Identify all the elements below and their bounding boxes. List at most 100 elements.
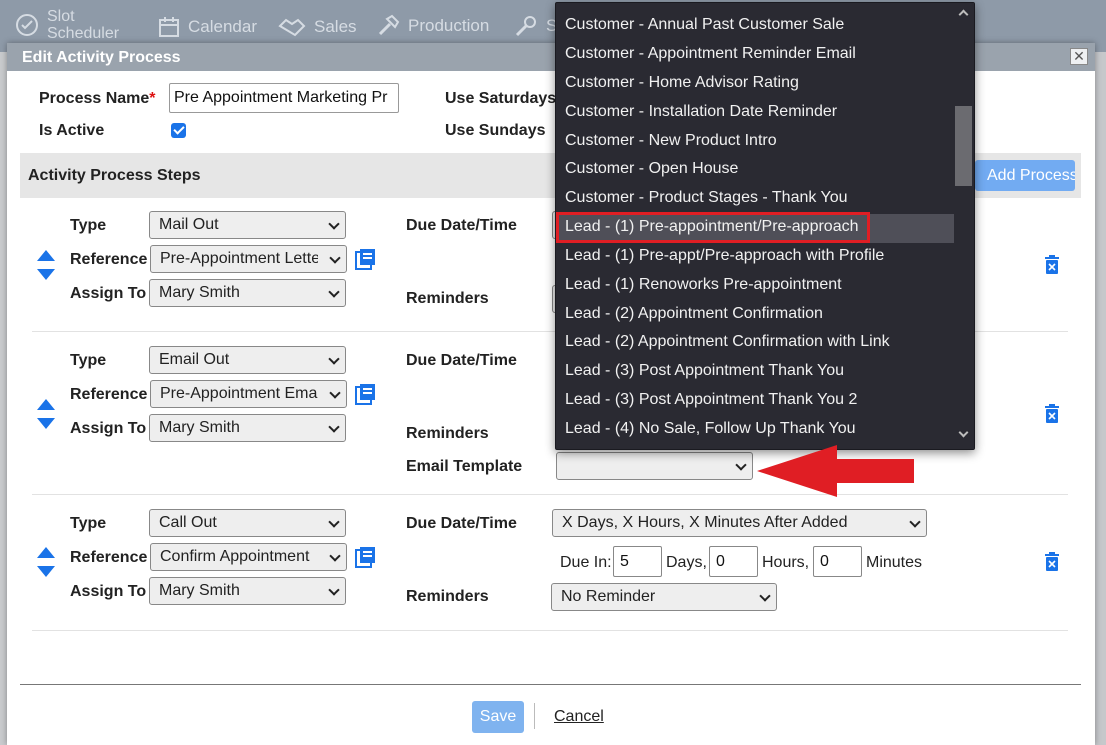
reference-label: Reference bbox=[70, 386, 148, 403]
type-select-value: Mail Out bbox=[159, 216, 219, 233]
process-name-input[interactable] bbox=[169, 83, 399, 113]
reorder-arrows-icon[interactable] bbox=[36, 398, 56, 430]
add-process-step-button[interactable]: Add Process Step bbox=[975, 160, 1075, 191]
minutes-label: Minutes bbox=[866, 554, 923, 571]
process-name-label-text: Process Name bbox=[39, 90, 150, 107]
dialog-title: Edit Activity Process bbox=[22, 49, 181, 66]
check-circle-icon bbox=[16, 14, 38, 36]
type-select[interactable]: Mail Out bbox=[149, 211, 346, 239]
days-label: Days, bbox=[666, 554, 707, 571]
reference-select-value: Pre-Appointment Emai bbox=[160, 385, 318, 402]
due-date-select[interactable]: X Days, X Hours, X Minutes After Added bbox=[552, 509, 927, 537]
chevron-down-icon bbox=[329, 550, 341, 562]
hammer-icon bbox=[378, 14, 400, 36]
chevron-down-icon bbox=[329, 252, 341, 264]
dropdown-option[interactable]: Lead - (1) Pre-appt/Pre-approach with Pr… bbox=[557, 243, 954, 272]
document-list-icon[interactable] bbox=[355, 248, 377, 270]
assign-to-select[interactable]: Mary Smith bbox=[149, 577, 346, 605]
hours-input[interactable]: 0 bbox=[709, 546, 758, 577]
reorder-arrows-icon[interactable] bbox=[36, 546, 56, 578]
assign-to-select[interactable]: Mary Smith bbox=[149, 279, 346, 307]
dropdown-option[interactable]: Customer - Open House bbox=[557, 156, 954, 185]
cancel-link[interactable]: Cancel bbox=[554, 708, 604, 726]
chevron-down-icon bbox=[909, 516, 921, 528]
reference-select-value: Pre-Appointment Lette bbox=[160, 250, 318, 267]
dropdown-option[interactable]: Lead - (2) Appointment Confirmation with… bbox=[557, 329, 954, 358]
hours-label: Hours, bbox=[762, 554, 810, 571]
chevron-down-icon bbox=[328, 353, 340, 365]
nav-label: Sales bbox=[314, 17, 357, 36]
dropdown-scroll-thumb[interactable] bbox=[955, 106, 972, 186]
save-button[interactable]: Save bbox=[472, 701, 524, 733]
reference-select[interactable]: Pre-Appointment Emai bbox=[150, 380, 347, 408]
trash-icon[interactable] bbox=[1044, 552, 1060, 571]
trash-icon[interactable] bbox=[1044, 255, 1060, 274]
nav-slot-scheduler[interactable]: Slot Scheduler bbox=[15, 8, 119, 42]
reminders-label: Reminders bbox=[406, 425, 489, 442]
dropdown-option[interactable]: Customer - Installation Date Reminder bbox=[557, 99, 954, 128]
assign-to-label: Assign To bbox=[70, 583, 147, 600]
dropdown-option[interactable]: Customer - Appointment Reminder Email bbox=[557, 41, 954, 70]
chevron-down-icon bbox=[328, 218, 340, 230]
document-list-icon[interactable] bbox=[355, 546, 377, 568]
nav-sales[interactable]: Sales bbox=[278, 16, 357, 38]
minutes-input[interactable]: 0 bbox=[813, 546, 862, 577]
dropdown-option[interactable]: Customer - Home Advisor Rating bbox=[557, 70, 954, 99]
handshake-icon bbox=[278, 18, 306, 37]
due-date-select-value: X Days, X Hours, X Minutes After Added bbox=[562, 514, 848, 531]
type-select-value: Email Out bbox=[159, 351, 230, 368]
reference-select[interactable]: Pre-Appointment Lette bbox=[150, 245, 347, 273]
chevron-down-icon bbox=[328, 421, 340, 433]
email-template-label: Email Template bbox=[406, 458, 523, 475]
nav-label: Production bbox=[408, 16, 490, 35]
dropdown-option[interactable]: Lead - (4) No Sale, Follow Up Thank You bbox=[557, 416, 954, 445]
nav-label: Calendar bbox=[188, 17, 257, 36]
is-active-checkbox[interactable] bbox=[171, 123, 186, 138]
use-saturdays-label: Use Saturdays bbox=[445, 90, 557, 107]
assign-to-select-value: Mary Smith bbox=[159, 284, 240, 301]
type-label: Type bbox=[70, 217, 107, 234]
dropdown-scrollbar[interactable] bbox=[954, 3, 974, 449]
type-label: Type bbox=[70, 515, 107, 532]
type-select-value: Call Out bbox=[159, 514, 217, 531]
chevron-down-icon bbox=[735, 459, 747, 471]
button-separator bbox=[534, 703, 535, 729]
due-in-label: Due In: bbox=[560, 554, 612, 571]
chevron-down-icon bbox=[759, 590, 771, 602]
type-select[interactable]: Email Out bbox=[149, 346, 346, 374]
assign-to-select[interactable]: Mary Smith bbox=[149, 414, 346, 442]
trash-icon[interactable] bbox=[1044, 404, 1060, 423]
use-sundays-label: Use Sundays bbox=[445, 122, 546, 139]
nav-service[interactable]: S bbox=[514, 14, 557, 38]
dropdown-option[interactable]: Customer - New Product Intro bbox=[557, 128, 954, 157]
dropdown-option[interactable]: Lead - (2) Appointment Confirmation bbox=[557, 301, 954, 330]
dropdown-option[interactable]: Lead - (3) Post Appointment Thank You 2 bbox=[557, 387, 954, 416]
required-mark: * bbox=[149, 90, 156, 107]
document-list-icon[interactable] bbox=[355, 383, 377, 405]
nav-calendar[interactable]: Calendar bbox=[158, 16, 257, 38]
chevron-down-icon bbox=[329, 387, 341, 399]
dropdown-option[interactable]: Customer - Annual Past Customer Sale bbox=[557, 12, 954, 41]
type-label: Type bbox=[70, 352, 107, 369]
chevron-down-icon bbox=[328, 286, 340, 298]
chevron-down-icon bbox=[328, 516, 340, 528]
reference-label: Reference bbox=[70, 251, 148, 268]
dropdown-option[interactable]: Lead - (3) Post Appointment Thank You bbox=[557, 358, 954, 387]
nav-production[interactable]: Production bbox=[376, 14, 489, 38]
dropdown-option[interactable]: Customer - Product Stages - Thank You bbox=[557, 185, 954, 214]
days-input[interactable]: 5 bbox=[613, 546, 662, 577]
footer-divider bbox=[20, 684, 1081, 685]
calendar-icon bbox=[159, 17, 179, 37]
email-template-select[interactable] bbox=[556, 452, 753, 480]
type-select[interactable]: Call Out bbox=[149, 509, 346, 537]
due-date-time-label: Due Date/Time bbox=[406, 515, 517, 532]
dropdown-option[interactable]: Lead - (1) Renoworks Pre-appointment bbox=[557, 272, 954, 301]
close-icon[interactable]: ✕ bbox=[1070, 48, 1088, 65]
assign-to-select-value: Mary Smith bbox=[159, 582, 240, 599]
reference-select[interactable]: Confirm Appointment bbox=[150, 543, 347, 571]
assign-to-label: Assign To bbox=[70, 285, 147, 302]
reorder-arrows-icon[interactable] bbox=[36, 249, 56, 281]
reminders-select[interactable]: No Reminder bbox=[551, 583, 777, 611]
due-date-time-label: Due Date/Time bbox=[406, 352, 517, 369]
process-name-label: Process Name* bbox=[39, 90, 156, 108]
